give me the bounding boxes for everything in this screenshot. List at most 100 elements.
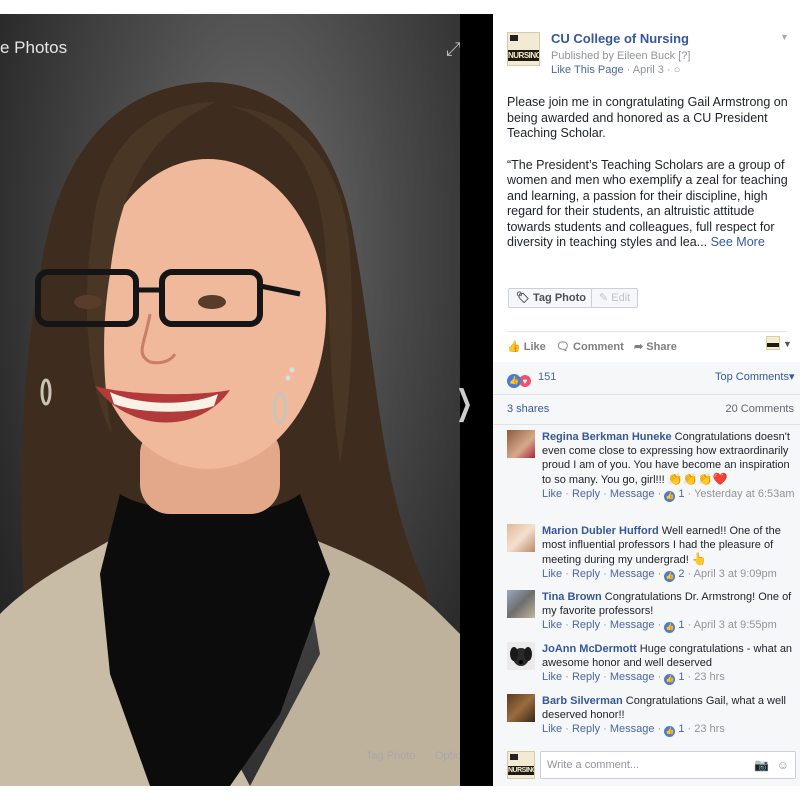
comment-time[interactable]: April 3 at 9:09pm (694, 568, 777, 580)
options-link[interactable]: Options (435, 750, 460, 762)
comment-meta: Like · Reply · Message · 👍 1 · 23 hrs (542, 723, 725, 737)
comment-like-link[interactable]: Like (542, 568, 562, 580)
tag-icon: 🏷 (516, 292, 534, 304)
next-photo-icon[interactable]: ❯ (456, 386, 473, 420)
dog-icon (510, 647, 532, 666)
message-link[interactable]: Message (610, 488, 655, 500)
caret-down-icon[interactable]: ▼ (783, 339, 792, 349)
comment-time[interactable]: 23 hrs (694, 723, 725, 735)
comments-count-link[interactable]: 20 Comments (726, 403, 794, 415)
like-page-link[interactable]: Like This Page (551, 64, 624, 76)
cu-mark-icon (510, 754, 518, 760)
comment-meta: Like · Reply · Message · 👍 1 · 23 hrs (542, 671, 725, 685)
message-link[interactable]: Message (610, 723, 655, 735)
like-count-icon: 👍 (664, 674, 676, 685)
post-panel: NURSING CU College of Nursing Published … (493, 14, 800, 786)
avatar[interactable] (507, 694, 535, 722)
comment-body: Marion Dubler Hufford Well earned!! One … (542, 524, 799, 582)
share-button[interactable]: ➦ Share (634, 340, 677, 353)
camera-icon[interactable]: 📷 (754, 752, 769, 778)
commenter-name[interactable]: Marion Dubler Hufford (542, 525, 659, 537)
tag-photo-label: Tag Photo (533, 292, 586, 304)
reply-link[interactable]: Reply (572, 488, 600, 500)
comment-meta: Like · Reply · Message · 👍 1 · Yesterday… (542, 488, 795, 502)
share-label: Share (646, 341, 677, 353)
page-name-link[interactable]: CU College of Nursing (551, 31, 689, 46)
share-icon: ➦ (634, 341, 647, 353)
edit-button[interactable]: ✎ Edit (591, 288, 639, 308)
avatar[interactable] (507, 430, 535, 458)
composer-avatar: NURSING (507, 751, 535, 779)
comment-body: JoAnn McDermott Huge congratulations - w… (542, 642, 799, 685)
tag-photo-button[interactable]: 🏷 Tag Photo (508, 288, 594, 308)
comment-body: Barb Silverman Congratulations Gail, wha… (542, 694, 799, 737)
comment: Barb Silverman Congratulations Gail, wha… (507, 694, 799, 737)
commenter-name[interactable]: Regina Berkman Huneke (542, 431, 672, 443)
emoji-icon[interactable]: ☺ (777, 752, 789, 778)
post-paragraph-2: “The President’s Teaching Scholars are a… (507, 158, 793, 251)
shares-link[interactable]: 3 shares (507, 403, 549, 415)
emoji-icon: 👆 (691, 552, 707, 566)
commenter-name[interactable]: JoAnn McDermott (542, 643, 637, 655)
reaction-count[interactable]: 151 (538, 371, 556, 383)
commenter-name[interactable]: Tina Brown (542, 591, 602, 603)
reply-link[interactable]: Reply (572, 619, 600, 631)
comment-button[interactable]: 🗨 Comment (556, 340, 624, 353)
comment-like-link[interactable]: Like (542, 723, 562, 735)
top-comments-dropdown[interactable]: Top Comments▾ (715, 370, 795, 383)
comment-meta: Like · Reply · Message · 👍 2 · April 3 a… (542, 568, 777, 582)
post-meta-line: Like This Page · April 3 · ○ (551, 64, 680, 76)
message-link[interactable]: Message (610, 671, 655, 683)
portrait-illustration (0, 82, 460, 786)
post-as-page-avatar[interactable] (766, 336, 780, 350)
tag-photo-link[interactable]: Tag Photo (366, 750, 416, 762)
see-more-link[interactable]: See More (711, 235, 765, 249)
comment-time[interactable]: April 3 at 9:55pm (694, 619, 777, 631)
comment-input[interactable]: Write a comment... 📷 ☺ (540, 751, 796, 779)
divider (507, 331, 787, 332)
reply-link[interactable]: Reply (572, 671, 600, 683)
comment-body: Tina Brown Congratulations Dr. Armstrong… (542, 590, 799, 633)
chevron-down-icon[interactable]: ▼ (780, 32, 789, 42)
comment: Tina Brown Congratulations Dr. Armstrong… (507, 590, 799, 633)
like-count-icon: 👍 (664, 571, 676, 582)
published-by: Published by Eileen Buck [?] (551, 50, 691, 62)
profile-photo[interactable]: e Photos ⤢ Tag Photo Options (0, 14, 460, 786)
avatar[interactable] (507, 642, 535, 670)
comment-like-link[interactable]: Like (542, 488, 562, 500)
comment-like-link[interactable]: Like (542, 671, 562, 683)
avatar[interactable] (507, 524, 535, 552)
pencil-icon: ✎ (599, 292, 612, 304)
like-reaction-icon: 👍 (507, 374, 521, 388)
emoji-icon: 👏👏👏❤️ (667, 472, 728, 486)
avatar[interactable] (507, 590, 535, 618)
comment-time[interactable]: 23 hrs (694, 671, 725, 683)
comment-meta: Like · Reply · Message · 👍 1 · April 3 a… (542, 619, 777, 633)
reply-link[interactable]: Reply (572, 723, 600, 735)
comment-placeholder: Write a comment... (547, 759, 640, 771)
like-count-icon: 👍 (664, 622, 676, 633)
post-date[interactable]: · April 3 · (624, 64, 674, 76)
edit-label: Edit (611, 292, 631, 304)
divider (493, 424, 800, 425)
like-button[interactable]: 👍 Like (507, 340, 546, 353)
comment-like-link[interactable]: Like (542, 619, 562, 631)
commenter-name[interactable]: Barb Silverman (542, 695, 623, 707)
caret-down-icon: ▾ (788, 371, 795, 383)
photo-viewer: e Photos ⤢ Tag Photo Options ❯ (0, 14, 493, 786)
page-logo[interactable]: NURSING (507, 32, 540, 66)
expand-icon[interactable]: ⤢ (446, 40, 460, 59)
post-paragraph-1: Please join me in congratulating Gail Ar… (507, 95, 788, 140)
message-link[interactable]: Message (610, 619, 655, 631)
comment-body: Regina Berkman Huneke Congratulations do… (542, 430, 799, 502)
comment: JoAnn McDermott Huge congratulations - w… (507, 642, 799, 685)
thumbs-up-icon: 👍 (507, 341, 524, 353)
comment-time[interactable]: Yesterday at 6:53am (694, 488, 795, 500)
cu-mark-icon (510, 35, 518, 41)
like-count-icon: 👍 (664, 491, 676, 502)
reply-link[interactable]: Reply (572, 568, 600, 580)
divider (493, 394, 800, 395)
message-link[interactable]: Message (610, 568, 655, 580)
globe-icon: ○ (673, 64, 681, 76)
top-comments-label: Top Comments (715, 371, 789, 383)
